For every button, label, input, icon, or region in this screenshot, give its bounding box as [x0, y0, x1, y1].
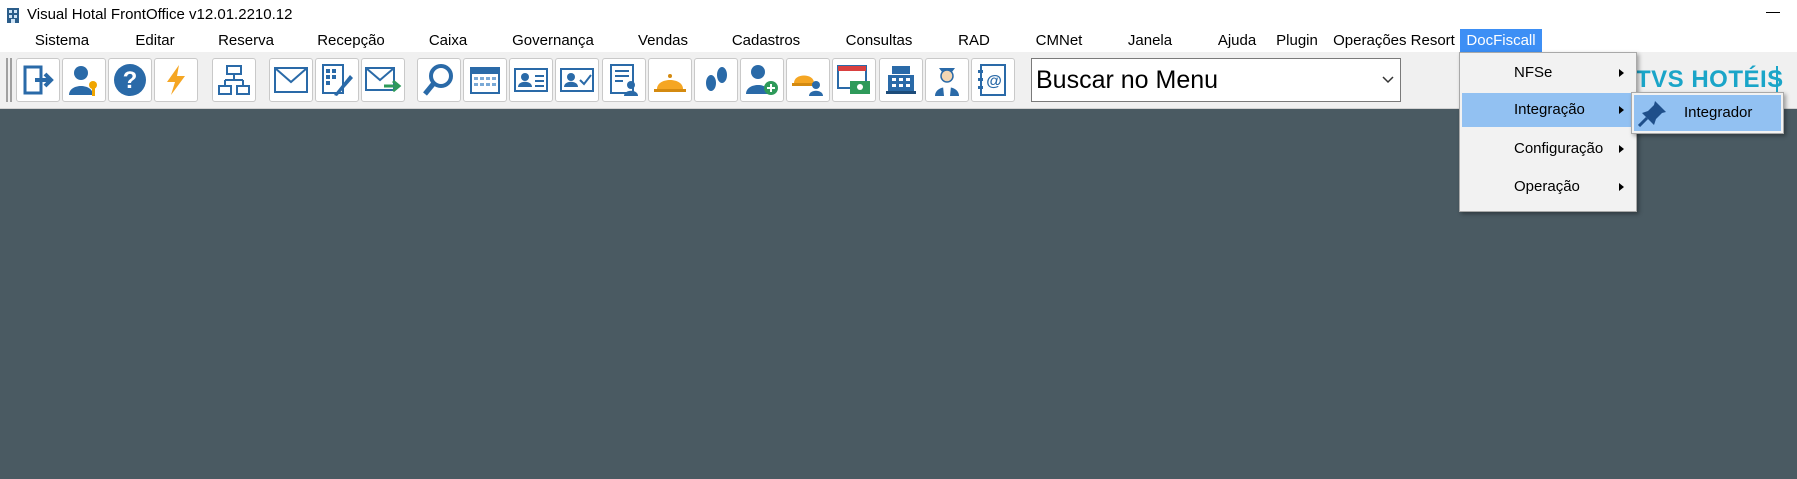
- menu-caixa[interactable]: Caixa: [408, 29, 488, 52]
- footprints-icon: [699, 63, 733, 97]
- integracao-submenu: Integrador: [1631, 92, 1784, 134]
- window-title: Visual Hotal FrontOffice v12.01.2210.12: [27, 6, 293, 23]
- cash-window-icon: [836, 63, 872, 97]
- bell-button[interactable]: [648, 58, 692, 102]
- exit-button[interactable]: [16, 58, 60, 102]
- dropdown-item-configuracao[interactable]: Configuração: [1462, 132, 1634, 166]
- user-key-button[interactable]: [62, 58, 106, 102]
- lightning-icon: [159, 63, 193, 97]
- envelope-send-button[interactable]: [361, 58, 405, 102]
- svg-text:?: ?: [123, 67, 138, 94]
- minimize-button[interactable]: [1763, 2, 1783, 22]
- title-bar: Visual Hotal FrontOffice v12.01.2210.12: [0, 0, 1797, 29]
- brand-logo-text: TVS HOTÉIS: [1636, 66, 1784, 93]
- dropdown-item-label: Integração: [1514, 101, 1585, 118]
- bell-user-button[interactable]: [786, 58, 830, 102]
- svg-text:@: @: [986, 73, 1002, 90]
- menu-cmnet[interactable]: CMNet: [1014, 29, 1104, 52]
- guest-card-icon: [513, 65, 549, 95]
- menu-editar[interactable]: Editar: [112, 29, 198, 52]
- envelope-send-icon: [364, 65, 402, 95]
- menu-cadastros[interactable]: Cadastros: [708, 29, 824, 52]
- submenu-arrow-icon: [1619, 145, 1624, 153]
- guest-card-button[interactable]: [509, 58, 553, 102]
- cash-window-button[interactable]: [832, 58, 876, 102]
- dropdown-item-operacao[interactable]: Operação: [1462, 170, 1634, 204]
- maid-button[interactable]: [925, 58, 969, 102]
- report-user-button[interactable]: [602, 58, 646, 102]
- bell-icon: [651, 65, 689, 95]
- docfiscall-dropdown-menu: NFSe Integração Configuração Operação: [1459, 52, 1637, 212]
- cash-register-button[interactable]: [879, 58, 923, 102]
- menu-recepcao[interactable]: Recepção: [294, 29, 408, 52]
- menu-governanca[interactable]: Governança: [488, 29, 618, 52]
- calculator-pen-icon: [320, 63, 354, 97]
- address-book-button[interactable]: @: [971, 58, 1015, 102]
- dropdown-item-label: Configuração: [1514, 140, 1604, 157]
- submenu-arrow-icon: [1619, 106, 1624, 114]
- guest-card-check-button[interactable]: [555, 58, 599, 102]
- dropdown-item-integracao[interactable]: Integração: [1462, 93, 1634, 127]
- calendar-icon: [468, 63, 502, 97]
- org-chart-icon: [217, 63, 251, 97]
- guest-card-check-icon: [559, 65, 595, 95]
- address-book-icon: @: [976, 63, 1010, 97]
- lightning-button[interactable]: [154, 58, 198, 102]
- menu-sistema[interactable]: Sistema: [12, 29, 112, 52]
- dropdown-item-label: Operação: [1514, 178, 1580, 195]
- calculator-pen-button[interactable]: [315, 58, 359, 102]
- cash-register-icon: [884, 63, 918, 97]
- menu-vendas[interactable]: Vendas: [618, 29, 708, 52]
- menu-bar: Sistema Editar Reserva Recepção Caixa Go…: [0, 29, 1797, 52]
- submenu-arrow-icon: [1619, 69, 1624, 77]
- menu-consultas[interactable]: Consultas: [824, 29, 934, 52]
- search-button[interactable]: [417, 58, 461, 102]
- menu-ajuda[interactable]: Ajuda: [1206, 29, 1268, 52]
- hotel-building-icon: [6, 7, 20, 23]
- menu-search-value: Buscar no Menu: [1036, 65, 1219, 94]
- help-icon: ?: [112, 62, 148, 98]
- envelope-icon: [273, 65, 309, 95]
- menu-janela[interactable]: Janela: [1104, 29, 1196, 52]
- org-chart-button[interactable]: [212, 58, 256, 102]
- exit-icon: [21, 63, 55, 97]
- pushpin-icon: [1637, 99, 1668, 131]
- submenu-item-label: Integrador: [1684, 104, 1753, 121]
- menu-operacoes-resort[interactable]: Operações Resort: [1328, 29, 1460, 52]
- envelope-button[interactable]: [269, 58, 313, 102]
- footprints-button[interactable]: [694, 58, 738, 102]
- add-user-button[interactable]: [740, 58, 784, 102]
- report-user-icon: [607, 63, 641, 97]
- magnifier-icon: [421, 62, 457, 98]
- submenu-item-integrador[interactable]: Integrador: [1634, 95, 1781, 131]
- dropdown-item-label: NFSe: [1514, 64, 1553, 81]
- dropdown-item-nfse[interactable]: NFSe: [1462, 56, 1634, 90]
- submenu-arrow-icon: [1619, 183, 1624, 191]
- menu-docfiscall[interactable]: DocFiscall: [1460, 29, 1542, 52]
- calendar-button[interactable]: [463, 58, 507, 102]
- help-button[interactable]: ?: [108, 58, 152, 102]
- user-key-icon: [67, 63, 101, 97]
- menu-reserva[interactable]: Reserva: [198, 29, 294, 52]
- maid-icon: [930, 62, 964, 98]
- chevron-down-icon[interactable]: [1376, 76, 1400, 84]
- bell-user-icon: [790, 63, 826, 97]
- menu-plugin[interactable]: Plugin: [1268, 29, 1326, 52]
- toolbar-grip[interactable]: [6, 58, 12, 102]
- menu-search-combobox[interactable]: Buscar no Menu: [1031, 58, 1401, 102]
- add-user-icon: [744, 62, 780, 98]
- menu-rad[interactable]: RAD: [934, 29, 1014, 52]
- brand-divider: [1776, 66, 1778, 94]
